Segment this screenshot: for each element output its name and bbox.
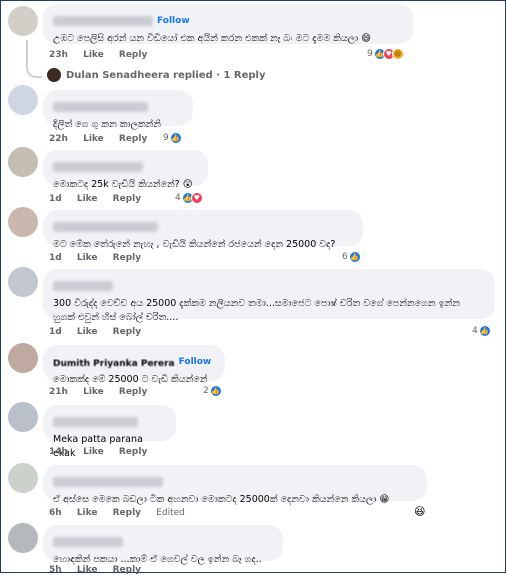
avatar[interactable] xyxy=(8,147,38,177)
comment-text: 300 විරුද්ද වෙච්ච අය 25000 දැක්කම නලියනව… xyxy=(53,298,464,323)
avatar[interactable] xyxy=(8,85,38,115)
reply-button[interactable]: Reply xyxy=(119,387,147,397)
timestamp[interactable]: 22h xyxy=(49,134,68,144)
timestamp[interactable]: 1d xyxy=(49,327,62,337)
reply-button[interactable]: Reply xyxy=(119,50,147,60)
comment-text: මොකටද 25k වැඩියි කියන්නේ? 😲 xyxy=(53,179,193,190)
reply-avatar xyxy=(47,68,61,82)
comment-bubble: ඒ අස්සෙ මෙකෙ බඩලා ටික අහනවා මොකටද 25000ක… xyxy=(43,465,427,505)
commenter-name-blurred[interactable] xyxy=(53,416,138,427)
comment-bubble: හොඳකින් පකයා ...කාම් ඒ ගෙවල් වල ඉන්න බෑ … xyxy=(43,525,283,565)
commenter-name-blurred[interactable] xyxy=(53,101,148,112)
like-reaction-icon: 👍 xyxy=(478,325,491,337)
like-button[interactable]: Like xyxy=(77,194,98,204)
avatar[interactable] xyxy=(8,523,38,553)
comment-text: උඹට පෙලිසි අරන් යන වීඩියෝ එක අයින් කරන එ… xyxy=(53,33,372,44)
reaction-summary[interactable]: 4 👍 xyxy=(472,325,491,337)
comment-bubble: Meka patta parana ekak xyxy=(43,405,176,459)
comment-bubble: Dumith Priyanka Perera Follow මොකක්ද මේ 2… xyxy=(43,345,225,385)
comment-bubble: දිලිත් ගෙ ගු කන කාලකන්නි xyxy=(43,90,193,130)
like-button[interactable]: Like xyxy=(77,565,98,575)
timestamp[interactable]: 14h xyxy=(49,447,68,457)
like-button[interactable]: Like xyxy=(77,508,98,518)
commenter-name[interactable]: Dumith Priyanka Perera xyxy=(53,359,175,369)
like-button[interactable]: Like xyxy=(83,134,104,144)
like-button[interactable]: Like xyxy=(77,253,98,263)
comment-actions: 21h Like Reply xyxy=(49,387,159,397)
comment-bubble: මොකටද 25k වැඩියි කියන්නේ? 😲 xyxy=(43,150,208,190)
reply-button[interactable]: Reply xyxy=(119,134,147,144)
comment-bubble: Follow උඹට පෙලිසි අරන් යන වීඩියෝ එක අයින… xyxy=(43,4,413,44)
avatar[interactable] xyxy=(8,463,38,493)
reaction-count: 9 xyxy=(163,133,169,143)
reaction-summary[interactable]: 9 👍 xyxy=(163,132,182,144)
haha-reaction-icon[interactable]: 😆 xyxy=(414,505,425,518)
timestamp[interactable]: 1d xyxy=(49,194,62,204)
like-button[interactable]: Like xyxy=(77,327,98,337)
follow-link[interactable]: Follow xyxy=(179,357,212,367)
comment-actions: 1d Like Reply xyxy=(49,253,153,263)
comment-text: මොකක්ද මේ 25000 ට වැඩි කියන්නේ xyxy=(53,374,208,385)
commenter-name-blurred[interactable] xyxy=(53,15,153,26)
reply-button[interactable]: Reply xyxy=(113,194,141,204)
like-button[interactable]: Like xyxy=(83,447,104,457)
reaction-summary[interactable]: 2 👍 xyxy=(203,385,222,397)
reaction-count: 4 xyxy=(472,326,478,336)
follow-link[interactable]: Follow xyxy=(157,16,190,26)
timestamp[interactable]: 21h xyxy=(49,387,68,397)
timestamp[interactable]: 23h xyxy=(49,50,68,60)
reaction-count: 9 xyxy=(367,49,373,59)
reply-button[interactable]: Reply xyxy=(113,565,141,575)
comment-text: දිලිත් ගෙ ගු කන කාලකන්නි xyxy=(53,119,161,130)
like-reaction-icon: 👍 xyxy=(348,251,361,263)
reaction-count: 4 xyxy=(175,193,181,203)
replies-text: Dulan Senadheera replied · 1 Reply xyxy=(66,69,266,81)
avatar[interactable] xyxy=(8,402,38,432)
reaction-summary[interactable]: 9 👍 ♥ 😆 xyxy=(367,48,404,60)
avatar[interactable] xyxy=(8,343,38,373)
comment-actions: 1d Like Reply xyxy=(49,327,153,337)
comment-actions: 5h Like Reply xyxy=(49,565,153,575)
comment-text: ඒ අස්සෙ මෙකෙ බඩලා ටික අහනවා මොකටද 25000ක… xyxy=(53,494,390,505)
commenter-name-blurred[interactable] xyxy=(53,280,113,291)
comment-actions: 22h Like Reply xyxy=(49,134,159,144)
timestamp[interactable]: 6h xyxy=(49,508,62,518)
haha-reaction-icon: 😆 xyxy=(391,48,404,60)
timestamp[interactable]: 5h xyxy=(49,565,62,575)
reply-button[interactable]: Reply xyxy=(113,508,141,518)
reply-button[interactable]: Reply xyxy=(119,447,147,457)
comment-actions: 14h Like Reply xyxy=(49,447,159,457)
timestamp[interactable]: 1d xyxy=(49,253,62,263)
reaction-summary[interactable]: 4 👍 ♥ xyxy=(175,192,203,204)
like-button[interactable]: Like xyxy=(83,50,104,60)
commenter-name-blurred[interactable] xyxy=(53,161,143,172)
reaction-count: 2 xyxy=(203,386,209,396)
reply-button[interactable]: Reply xyxy=(113,327,141,337)
comment-actions: 1d Like Reply xyxy=(49,194,153,204)
commenter-name-blurred[interactable] xyxy=(53,476,163,487)
reaction-summary[interactable]: 6 👍 xyxy=(342,251,361,263)
avatar[interactable] xyxy=(8,207,38,237)
thread-connector xyxy=(26,40,42,78)
edited-label[interactable]: Edited xyxy=(156,508,185,518)
comment-actions: 23h Like Reply xyxy=(49,50,159,60)
like-reaction-icon: 👍 xyxy=(209,385,222,397)
avatar[interactable] xyxy=(8,6,38,36)
love-reaction-icon: ♥ xyxy=(190,192,203,204)
avatar[interactable] xyxy=(8,267,38,297)
comment-bubble: 300 විරුද්ද වෙච්ච අය 25000 දැක්කම නලියනව… xyxy=(43,269,495,323)
like-button[interactable]: Like xyxy=(83,387,104,397)
reaction-count: 6 xyxy=(342,252,348,262)
comment-bubble: මට මේක තේරුනේ නැහැ , වැඩියි කියන්නේ රජයෙ… xyxy=(43,210,363,250)
view-replies-link[interactable]: Dulan Senadheera replied · 1 Reply xyxy=(47,68,266,82)
commenter-name-blurred[interactable] xyxy=(53,221,158,232)
comment-actions: 6h Like Reply Edited xyxy=(49,508,197,518)
commenter-name-blurred[interactable] xyxy=(53,536,123,547)
reply-button[interactable]: Reply xyxy=(113,253,141,263)
like-reaction-icon: 👍 xyxy=(169,132,182,144)
comment-text: මට මේක තේරුනේ නැහැ , වැඩියි කියන්නේ රජයෙ… xyxy=(53,239,336,250)
